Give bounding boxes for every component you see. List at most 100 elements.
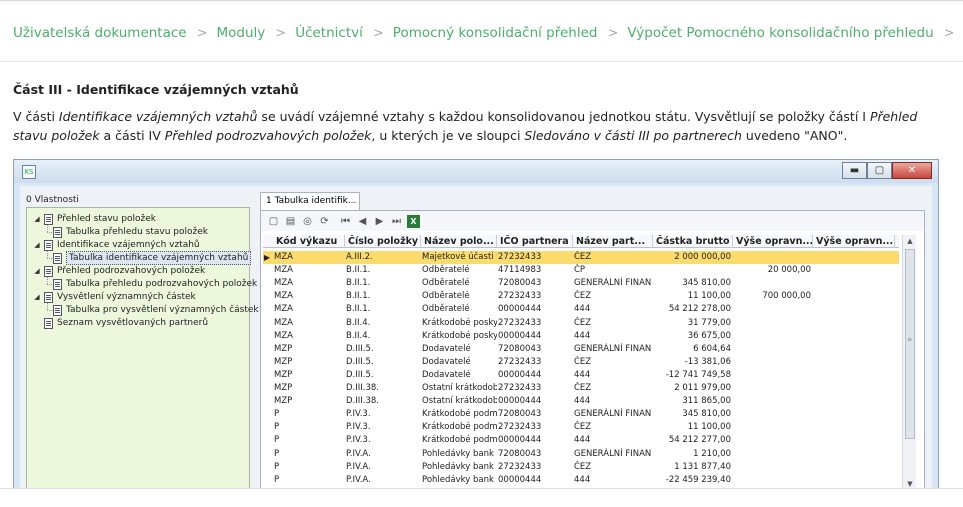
table-cell	[733, 461, 813, 474]
table-row[interactable]: MZP D.III.5. Dodavatelé 00000444 444 -12 741 …	[263, 369, 899, 382]
table-cell: D.III.5.	[346, 343, 374, 354]
tree-node-label: Tabulka identifikace vzájemných vztahů	[66, 251, 252, 265]
table-row[interactable]: P P.IV.3. Krátkodobé podmír 72080043 GENERÁL…	[263, 408, 899, 421]
breadcrumb-link[interactable]: Výpočet Pomocného konsolidačního přehled…	[627, 25, 933, 41]
tab-table-identification[interactable]: 1 Tabulka identifik...	[260, 192, 360, 210]
table-row[interactable]: MZA B.II.4. Krátkodobé poskyt 27232433 ČEZ 31…	[263, 317, 899, 330]
prev-record-icon[interactable]: ◀	[356, 215, 369, 228]
column-header[interactable]: Výše opravn...	[733, 235, 813, 248]
expand-toggle-icon[interactable]: ◢	[33, 213, 41, 225]
table-cell: 27232433	[498, 461, 542, 472]
table-cell: 72080043	[498, 278, 542, 289]
desc-text: V části	[13, 109, 59, 124]
table-cell: 444	[574, 369, 591, 380]
tree-node-label: Vysvětlení významných částek	[57, 292, 196, 302]
table-cell: 54 212 277,00	[668, 435, 731, 446]
table-row[interactable]: MZP D.III.38. Ostatní krátkodobé 00000444 44…	[263, 395, 899, 408]
refresh-icon[interactable]: ⟳	[318, 215, 331, 228]
table-row[interactable]: MZA B.II.1. Odběratelé 47114983 ČP 20 000,00	[263, 264, 899, 277]
table-cell: Odběratelé	[422, 278, 470, 289]
scroll-up-icon[interactable]: ▲	[903, 235, 917, 247]
table-cell: MZA	[274, 252, 293, 262]
table-row[interactable]: MZA B.II.1. Odběratelé 72080043 GENERÁLNÍ FI…	[263, 277, 899, 290]
tree-node[interactable]: ◢ Identifikace vzájemných vztahů	[33, 239, 200, 251]
tree-node[interactable]: Tabulka pro vysvětlení významných částek	[53, 304, 259, 316]
breadcrumb-link[interactable]: Pomocný konsolidační přehled	[393, 25, 598, 41]
chevron-right-icon: >	[607, 25, 619, 41]
table-cell: MZA	[274, 304, 293, 315]
tree-node[interactable]: Seznam vysvětlovaných partnerů	[33, 317, 208, 329]
table-row[interactable]: P P.IV.A. Pohledávky bank z 72080043 GENERÁL…	[263, 448, 899, 461]
table-cell: P	[274, 409, 280, 420]
vertical-scrollbar[interactable]: ▲ ≡ ▼	[902, 235, 917, 488]
column-header[interactable]: IČO partnera	[497, 235, 573, 248]
first-record-icon[interactable]: ⏮	[339, 215, 352, 228]
breadcrumb-link[interactable]: Účetnictví	[295, 25, 363, 41]
last-record-icon[interactable]: ⏭	[390, 215, 403, 228]
next-record-icon[interactable]: ▶	[373, 215, 386, 228]
tree-node[interactable]: Tabulka identifikace vzájemných vztahů	[53, 251, 252, 265]
new-doc-icon[interactable]: ▢	[267, 215, 280, 228]
table-row[interactable]: MZA B.II.1. Odběratelé 27232433 ČEZ 11 100,00…	[263, 290, 899, 303]
excel-export-icon[interactable]: X	[407, 214, 420, 228]
table-cell: B.II.1.	[346, 278, 371, 289]
tree-node[interactable]: Tabulka přehledu podrozvahových položek	[53, 278, 257, 290]
table-row[interactable]: P P.IV.3. Krátkodobé podmír 27232433 ČEZ 11 1…	[263, 421, 899, 434]
document-icon	[53, 252, 62, 264]
table-row[interactable]: MZP D.III.5. Dodavatelé 72080043 GENERÁLNÍ F…	[263, 343, 899, 356]
table-cell: Krátkodobé podmír	[422, 435, 497, 446]
table-cell	[733, 330, 813, 343]
chevron-right-icon: >	[372, 25, 384, 41]
tree-node[interactable]: ◢ Přehled podrozvahových položek	[33, 265, 205, 277]
column-header[interactable]: Kód výkazu	[273, 235, 345, 248]
table-row[interactable]: MZP D.III.5. Dodavatelé 27232433 ČEZ -13 381,…	[263, 356, 899, 369]
table-cell: MZA	[274, 330, 293, 341]
desc-text: a části IV	[99, 128, 165, 143]
section-tree: ◢ Přehled stavu položek Tabulka přehledu s…	[26, 207, 259, 488]
column-header[interactable]: Částka brutto	[653, 235, 733, 248]
tree-node[interactable]: Tabulka přehledu stavu položek	[53, 226, 208, 238]
table-cell	[813, 421, 895, 434]
window-titlebar[interactable]: KS ▬ ▢ ✕	[14, 160, 938, 183]
column-header[interactable]: Název part...	[573, 235, 653, 248]
table-cell	[653, 264, 733, 277]
tree-node-label: Tabulka pro vysvětlení významných částek	[66, 305, 259, 315]
column-header[interactable]: Výše opravn...	[813, 235, 895, 248]
settings-icon[interactable]: ◎	[301, 215, 314, 228]
table-row[interactable]: P P.IV.3. Krátkodobé podmír 00000444 444 54 2…	[263, 434, 899, 447]
document-icon	[44, 317, 53, 329]
app-window-screenshot: KS ▬ ▢ ✕ 0 Vlastnosti ◢ Přehled stavu pol…	[13, 159, 939, 489]
expand-toggle-icon[interactable]: ◢	[33, 265, 41, 277]
table-row[interactable]: MZA B.II.1. Odběratelé 00000444 444 54 212 27…	[263, 303, 899, 316]
table-row[interactable]: P P.IV.A. Pohledávky bank z 00000444 444 -22 …	[263, 474, 899, 487]
column-header[interactable]: Číslo položky	[345, 235, 421, 248]
table-cell: ČEZ	[574, 317, 592, 328]
open-folder-icon[interactable]: ▤	[284, 215, 297, 228]
table-cell: 11 100,00	[687, 422, 731, 433]
table-row[interactable]: MZP D.III.38. Ostatní krátkodobé 27232433 ČE…	[263, 382, 899, 395]
close-button[interactable]: ✕	[892, 162, 932, 179]
table-cell: 00000444	[498, 304, 542, 315]
tree-node[interactable]: ◢ Přehled stavu položek	[33, 213, 156, 225]
scroll-thumb[interactable]	[905, 249, 915, 439]
expand-toggle-icon[interactable]: ◢	[33, 239, 41, 251]
table-cell	[813, 369, 895, 382]
breadcrumb-link[interactable]: Uživatelská dokumentace	[13, 25, 187, 41]
table-cell: ČEZ	[574, 291, 592, 302]
table-row[interactable]: P P.IV.A. Pohledávky bank z 27232433 ČEZ 1 13…	[263, 461, 899, 474]
maximize-button[interactable]: ▢	[867, 162, 892, 179]
table-cell: B.II.1.	[346, 265, 371, 276]
minimize-button[interactable]: ▬	[842, 162, 867, 179]
column-header[interactable]: Název polo...	[421, 235, 497, 248]
table-cell: -13 381,06	[684, 356, 731, 367]
data-grid: Kód výkazu Číslo položky Název polo... IČO …	[263, 235, 899, 488]
table-row[interactable]: ▶ MZA A.III.2. Majetkové účasti v 27232433 ČE…	[263, 251, 899, 264]
breadcrumb-link[interactable]: Moduly	[217, 25, 266, 41]
expand-toggle-icon[interactable]: ◢	[33, 291, 41, 303]
table-cell: ČEZ	[574, 383, 592, 393]
table-cell	[733, 421, 813, 434]
table-cell: P.IV.3.	[346, 435, 371, 446]
tree-node[interactable]: ◢ Vysvětlení významných částek	[33, 291, 196, 303]
table-cell	[813, 251, 895, 264]
table-row[interactable]: MZA B.II.4. Krátkodobé poskyt 00000444 444 36…	[263, 330, 899, 343]
